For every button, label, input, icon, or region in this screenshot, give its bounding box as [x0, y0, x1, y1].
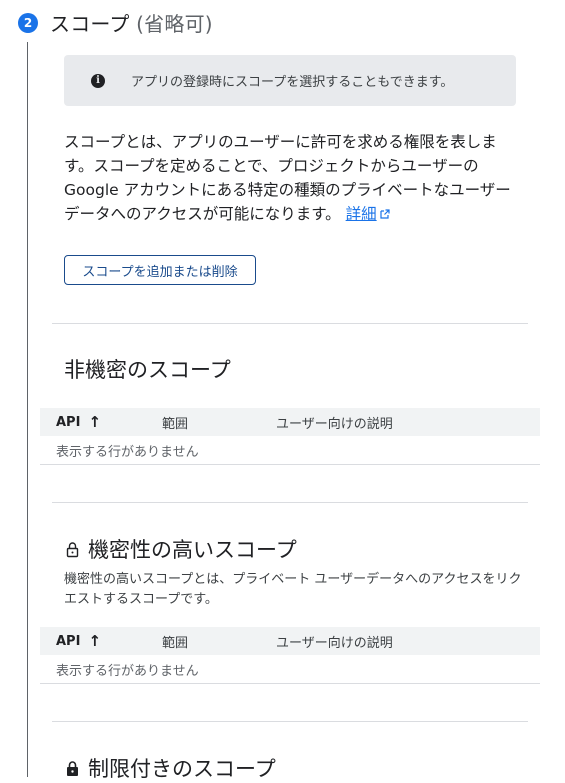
section-divider: [52, 502, 528, 503]
section-divider: [52, 323, 528, 324]
scopes-description: スコープとは、アプリのユーザーに許可を求める権限を表します。スコープを定めること…: [64, 130, 524, 228]
lock-open-icon: [66, 541, 79, 557]
info-banner-text: アプリの登録時にスコープを選択することもできます。: [131, 75, 454, 90]
step-title: スコープ (省略可): [50, 8, 213, 37]
step-title-text: スコープ: [50, 11, 130, 36]
column-api-label: API: [56, 414, 81, 430]
learn-more-label: 詳細: [345, 205, 377, 223]
non-sensitive-scopes-title: 非機密のスコープ: [64, 358, 231, 382]
sensitive-scopes-title: 機密性の高いスコープ: [64, 534, 297, 564]
sensitive-table-header: API ↑ 範囲 ユーザー向けの説明: [40, 627, 540, 655]
restricted-scopes-title-text: 制限付きのスコープ: [88, 757, 276, 781]
column-header-range[interactable]: 範囲: [162, 408, 188, 436]
add-remove-scopes-button[interactable]: スコープを追加または削除: [64, 255, 256, 285]
sort-ascending-icon: ↑: [88, 413, 102, 431]
non-sensitive-empty-row: 表示する行がありません: [40, 436, 540, 465]
step-optional-label: (省略可): [129, 11, 213, 36]
column-api-label: API: [56, 633, 81, 649]
learn-more-link[interactable]: 詳細: [346, 205, 377, 223]
lock-icon: [67, 760, 78, 776]
sensitive-scopes-title-text: 機密性の高いスコープ: [88, 538, 297, 562]
step-number-badge: 2: [18, 13, 38, 33]
non-sensitive-table-header: API ↑ 範囲 ユーザー向けの説明: [40, 408, 540, 436]
sort-ascending-icon: ↑: [88, 632, 102, 650]
scopes-description-text: スコープとは、アプリのユーザーに許可を求める権限を表します。スコープを定めること…: [64, 133, 511, 223]
sensitive-scopes-description: 機密性の高いスコープとは、プライベート ユーザーデータへのアクセスをリクエストす…: [64, 572, 522, 607]
column-header-api[interactable]: API ↑: [56, 627, 101, 655]
section-divider: [52, 721, 528, 722]
column-header-user-description[interactable]: ユーザー向けの説明: [276, 627, 393, 655]
step-connector-line: [27, 42, 28, 777]
step-header: 2 スコープ (省略可): [18, 8, 213, 36]
column-header-api[interactable]: API ↑: [56, 408, 101, 436]
column-header-range[interactable]: 範囲: [162, 627, 188, 655]
external-link-icon: [380, 204, 390, 228]
restricted-scopes-title: 制限付きのスコープ: [64, 753, 276, 783]
column-header-user-description[interactable]: ユーザー向けの説明: [276, 408, 393, 436]
sensitive-empty-row: 表示する行がありません: [40, 655, 540, 684]
info-banner: i アプリの登録時にスコープを選択することもできます。: [64, 55, 516, 106]
info-icon: i: [91, 73, 105, 88]
